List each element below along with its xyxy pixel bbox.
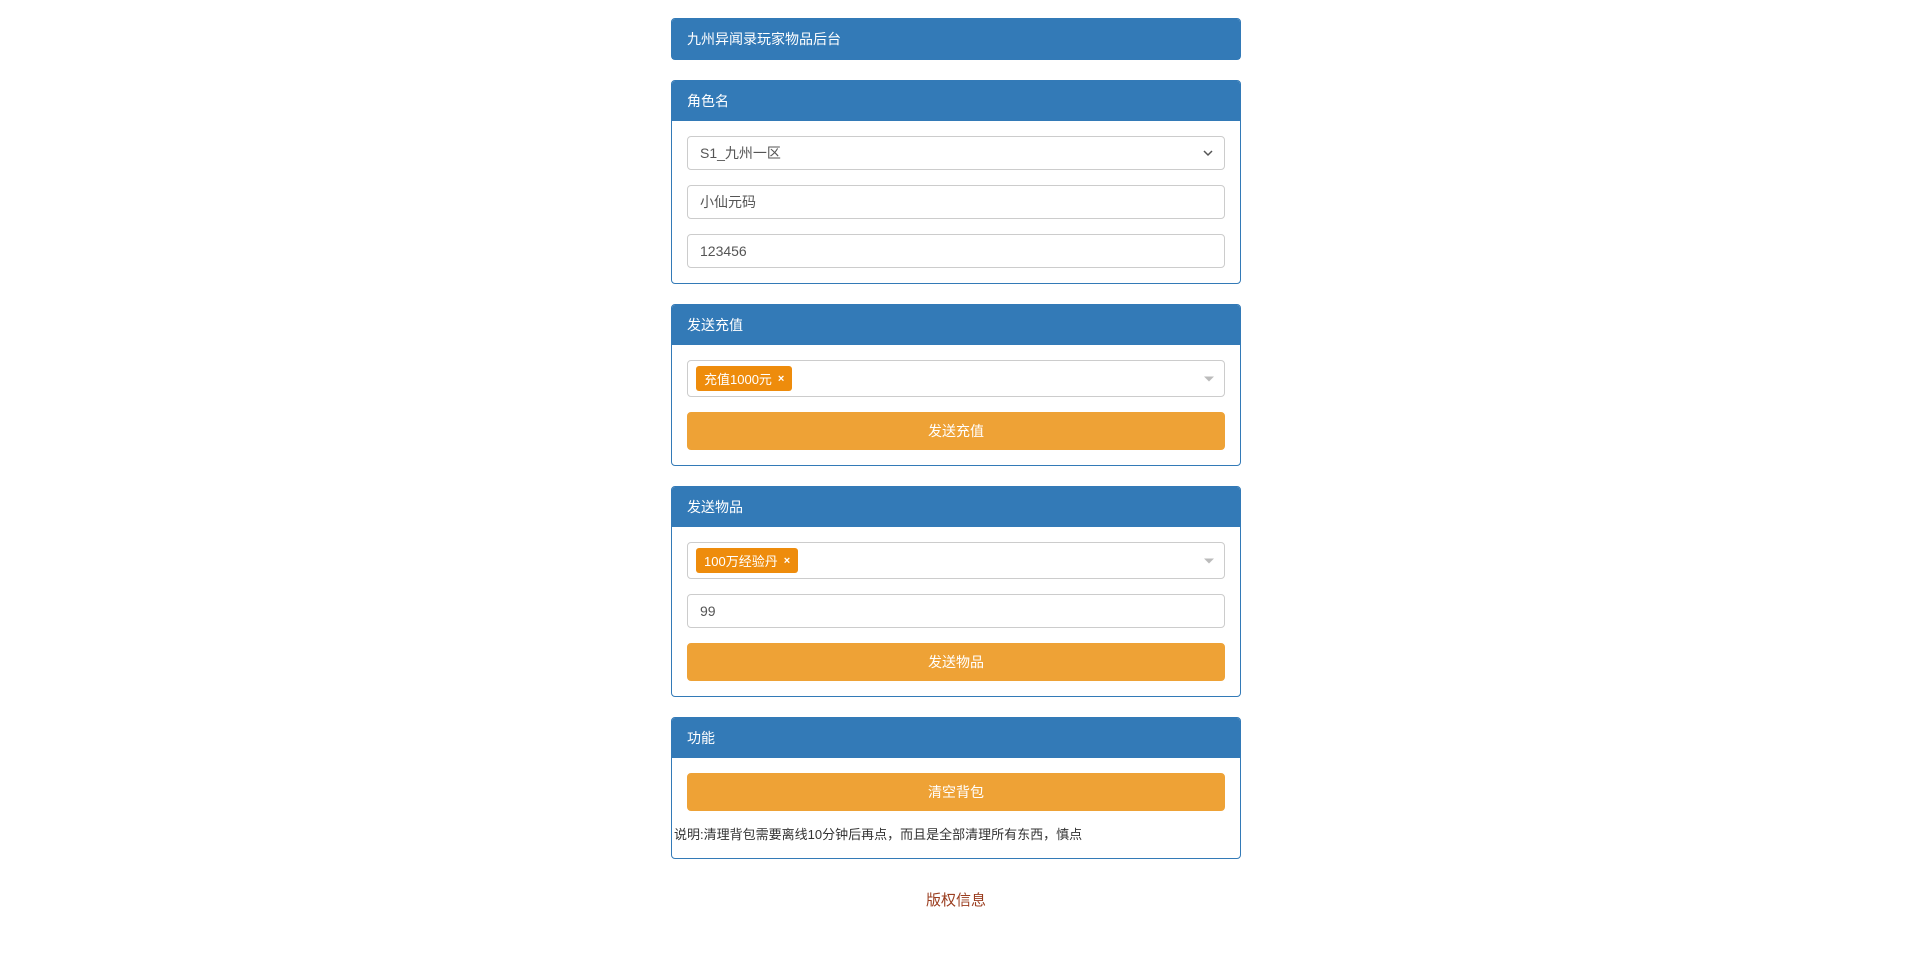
recharge-panel: 发送充值 充值1000元 × 发送充值 [671, 304, 1241, 466]
function-panel: 功能 清空背包 说明:清理背包需要离线10分钟后再点，而且是全部清理所有东西，慎… [671, 717, 1241, 859]
chevron-down-icon [1204, 558, 1214, 563]
server-select[interactable]: S1_九州一区 [687, 136, 1225, 170]
chevron-down-icon [1204, 376, 1214, 381]
role-name-input[interactable] [687, 185, 1225, 219]
send-recharge-button[interactable]: 发送充值 [687, 412, 1225, 450]
page-title: 九州异闻录玩家物品后台 [672, 19, 1240, 59]
clear-bag-note: 说明:清理背包需要离线10分钟后再点，而且是全部清理所有东西，慎点 [672, 824, 1240, 858]
item-tag-label: 100万经验丹 [704, 551, 778, 570]
clear-bag-button[interactable]: 清空背包 [687, 773, 1225, 811]
header-panel: 九州异闻录玩家物品后台 [671, 18, 1241, 60]
recharge-tag: 充值1000元 × [696, 366, 792, 391]
recharge-tag-label: 充值1000元 [704, 369, 772, 388]
recharge-select[interactable]: 充值1000元 × [687, 360, 1225, 397]
item-select[interactable]: 100万经验丹 × [687, 542, 1225, 579]
role-panel-title: 角色名 [672, 81, 1240, 121]
item-tag: 100万经验丹 × [696, 548, 798, 573]
role-id-input[interactable] [687, 234, 1225, 268]
item-panel: 发送物品 100万经验丹 × 发送物品 [671, 486, 1241, 697]
remove-tag-icon[interactable]: × [778, 373, 784, 385]
footer-text: 版权信息 [671, 879, 1241, 920]
send-item-button[interactable]: 发送物品 [687, 643, 1225, 681]
function-panel-title: 功能 [672, 718, 1240, 758]
remove-tag-icon[interactable]: × [784, 555, 790, 567]
item-panel-title: 发送物品 [672, 487, 1240, 527]
role-panel: 角色名 S1_九州一区 [671, 80, 1241, 284]
item-quantity-input[interactable] [687, 594, 1225, 628]
recharge-panel-title: 发送充值 [672, 305, 1240, 345]
